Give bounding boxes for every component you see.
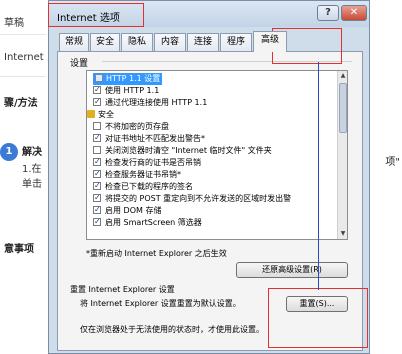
scroll-up-icon[interactable]: ▲ [338, 71, 347, 81]
reset-description: 将 Internet Explorer 设置重置为默认设置。 [80, 299, 241, 308]
annotation-reset-button-box [268, 288, 368, 348]
checkbox-checked[interactable]: ✓ [93, 193, 101, 202]
list-item[interactable]: 关闭浏览器时清空 "Internet 临时文件" 文件夹 [93, 145, 272, 157]
help-button[interactable]: ? [317, 5, 339, 21]
scroll-thumb[interactable] [339, 83, 347, 133]
list-item[interactable]: 不将加密的页存盘 [93, 121, 169, 133]
reset-warning: 仅在浏览器处于无法使用的状态时，才使用此设置。 [80, 325, 264, 334]
tab-security[interactable]: 安全 [90, 33, 120, 51]
list-item[interactable]: ✓ 检查已下载的程序的签名 [93, 181, 193, 193]
restore-advanced-settings-button[interactable]: 还原高级设置(R) [236, 262, 348, 278]
lock-icon [87, 109, 95, 118]
bg-section-notes: 意事项 [4, 244, 34, 255]
checkbox-unchecked[interactable] [93, 145, 101, 154]
checkbox-checked[interactable]: ✓ [93, 217, 101, 226]
checkbox-checked[interactable]: ✓ [93, 169, 101, 178]
reset-group-label: 重置 Internet Explorer 设置 [70, 285, 175, 294]
list-item[interactable]: ✓ 检查服务器证书吊销* [93, 169, 181, 181]
list-item[interactable]: ✓ 启用 SmartScreen 筛选器 [93, 217, 202, 229]
step-number-badge: 1 [0, 143, 18, 161]
list-item[interactable]: HTTP 1.1 设置 [93, 73, 163, 85]
restart-note: *重新启动 Internet Explorer 之后生效 [86, 249, 227, 258]
bg-right-text: 项" [385, 157, 400, 168]
bg-step-title: 解决 [22, 147, 42, 158]
bg-divider [0, 76, 46, 77]
bg-item-draft[interactable]: 草稿 [4, 14, 24, 29]
list-item[interactable]: ✓ 检查发行商的证书是否吊销 [93, 157, 201, 169]
list-item[interactable]: ✓ 启用 DOM 存储 [93, 205, 161, 217]
list-item[interactable]: ✓ 将提交的 POST 重定向到不允许发送的区域时发出警 [93, 193, 291, 205]
annotation-title-box [48, 3, 144, 27]
close-button[interactable]: ✕ [341, 5, 367, 21]
scroll-down-icon[interactable]: ▼ [338, 229, 347, 239]
annotation-guide-line [318, 62, 319, 290]
checkbox-unchecked[interactable] [93, 121, 101, 130]
tab-connections[interactable]: 连接 [187, 33, 219, 51]
bg-step-line-1: 1.在 [22, 164, 42, 175]
tab-privacy[interactable]: 隐私 [121, 33, 153, 51]
list-scrollbar[interactable]: ▲ ▼ [337, 71, 347, 239]
checkbox-checked[interactable]: ✓ [93, 133, 101, 142]
tab-general[interactable]: 常规 [59, 33, 89, 51]
list-item[interactable]: ✓ 通过代理连接使用 HTTP 1.1 [93, 97, 207, 109]
settings-list[interactable]: HTTP 1.1 设置 ✓ 使用 HTTP 1.1 ✓ 通过代理连接使用 HTTP … [86, 70, 348, 240]
settings-label: 设置 [70, 59, 89, 69]
bg-section-steps: 骤/方法 [4, 98, 38, 109]
tab-advanced[interactable]: 高级 [253, 31, 287, 52]
list-item[interactable]: ✓ 使用 HTTP 1.1 [93, 85, 159, 97]
list-item[interactable]: ✓ 对证书地址不匹配发出警告* [93, 133, 205, 145]
bg-item-internet: Internet [4, 52, 44, 63]
list-item[interactable]: 安全 [87, 109, 114, 121]
checkbox-checked[interactable]: ✓ [93, 97, 101, 106]
tab-content[interactable]: 内容 [154, 33, 186, 51]
checkbox-checked[interactable]: ✓ [93, 205, 101, 214]
checkbox-checked[interactable]: ✓ [93, 85, 101, 94]
bg-step-line-2: 单击 [22, 179, 42, 190]
bg-divider [0, 34, 46, 35]
tab-programs[interactable]: 程序 [220, 33, 252, 51]
page-icon [95, 73, 103, 82]
checkbox-checked[interactable]: ✓ [93, 181, 101, 190]
checkbox-checked[interactable]: ✓ [93, 157, 101, 166]
